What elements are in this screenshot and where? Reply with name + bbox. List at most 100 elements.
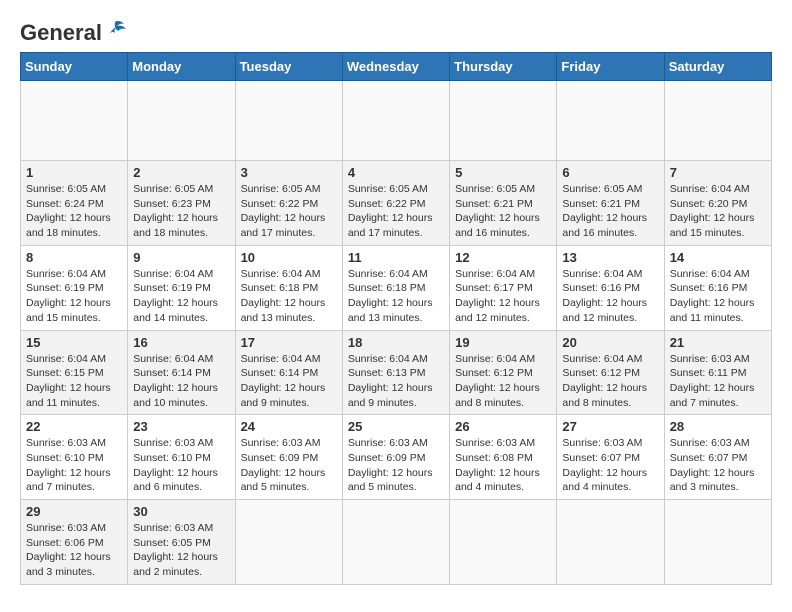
day-number: 25 [348,419,444,434]
calendar-cell: 8Sunrise: 6:04 AMSunset: 6:19 PMDaylight… [21,245,128,330]
day-info: Sunrise: 6:05 AMSunset: 6:22 PMDaylight:… [348,182,444,241]
day-info: Sunrise: 6:03 AMSunset: 6:08 PMDaylight:… [455,436,551,495]
day-number: 9 [133,250,229,265]
day-number: 3 [241,165,337,180]
calendar-cell: 3 Sunrise: 6:05 AMSunset: 6:22 PMDaylight… [235,161,342,246]
day-info: Sunrise: 6:03 AMSunset: 6:10 PMDaylight:… [133,436,229,495]
calendar-cell: 25Sunrise: 6:03 AMSunset: 6:09 PMDayligh… [342,415,449,500]
day-number: 21 [670,335,766,350]
day-header-saturday: Saturday [664,53,771,81]
day-number: 24 [241,419,337,434]
day-number: 5 [455,165,551,180]
calendar-cell: 9Sunrise: 6:04 AMSunset: 6:19 PMDaylight… [128,245,235,330]
day-info: Sunrise: 6:03 AMSunset: 6:11 PMDaylight:… [670,352,766,411]
calendar-cell [664,81,771,161]
day-number: 10 [241,250,337,265]
day-header-wednesday: Wednesday [342,53,449,81]
calendar-cell: 10 Sunrise: 6:04 AMSunset: 6:18 PMDayligh… [235,245,342,330]
calendar-cell: 5Sunrise: 6:05 AMSunset: 6:21 PMDaylight… [450,161,557,246]
calendar-cell [342,81,449,161]
calendar-cell: 11 Sunrise: 6:04 AMSunset: 6:18 PMDayligh… [342,245,449,330]
calendar-cell: 14 Sunrise: 6:04 AMSunset: 6:16 PMDayligh… [664,245,771,330]
day-number: 29 [26,504,122,519]
day-header-monday: Monday [128,53,235,81]
calendar-cell [557,81,664,161]
page-header: General [20,20,772,42]
calendar-cell: 26 Sunrise: 6:03 AMSunset: 6:08 PMDayligh… [450,415,557,500]
calendar-cell [342,500,449,585]
day-number: 6 [562,165,658,180]
calendar-cell [235,500,342,585]
day-info: Sunrise: 6:04 AMSunset: 6:14 PMDaylight:… [133,352,229,411]
day-info: Sunrise: 6:04 AMSunset: 6:18 PMDaylight:… [348,267,444,326]
calendar-cell: 18Sunrise: 6:04 AMSunset: 6:13 PMDayligh… [342,330,449,415]
calendar-cell: 19Sunrise: 6:04 AMSunset: 6:12 PMDayligh… [450,330,557,415]
calendar-cell: 2 Sunrise: 6:05 AMSunset: 6:23 PMDaylight… [128,161,235,246]
calendar-cell: 22 Sunrise: 6:03 AMSunset: 6:10 PMDayligh… [21,415,128,500]
calendar-cell [450,500,557,585]
calendar-week-row: 1 Sunrise: 6:05 AMSunset: 6:24 PMDaylight… [21,161,772,246]
day-header-thursday: Thursday [450,53,557,81]
day-number: 28 [670,419,766,434]
day-info: Sunrise: 6:03 AMSunset: 6:05 PMDaylight:… [133,521,229,580]
day-number: 12 [455,250,551,265]
day-number: 14 [670,250,766,265]
calendar-week-row: 22 Sunrise: 6:03 AMSunset: 6:10 PMDayligh… [21,415,772,500]
day-number: 27 [562,419,658,434]
calendar-cell [664,500,771,585]
calendar-table: SundayMondayTuesdayWednesdayThursdayFrid… [20,52,772,585]
calendar-cell: 6 Sunrise: 6:05 AMSunset: 6:21 PMDaylight… [557,161,664,246]
logo: General [20,20,126,42]
calendar-cell: 24 Sunrise: 6:03 AMSunset: 6:09 PMDayligh… [235,415,342,500]
calendar-cell: 7Sunrise: 6:04 AMSunset: 6:20 PMDaylight… [664,161,771,246]
calendar-cell: 12 Sunrise: 6:04 AMSunset: 6:17 PMDayligh… [450,245,557,330]
calendar-cell [557,500,664,585]
calendar-week-row: 8Sunrise: 6:04 AMSunset: 6:19 PMDaylight… [21,245,772,330]
day-header-sunday: Sunday [21,53,128,81]
calendar-cell: 16Sunrise: 6:04 AMSunset: 6:14 PMDayligh… [128,330,235,415]
calendar-cell [128,81,235,161]
day-info: Sunrise: 6:05 AMSunset: 6:23 PMDaylight:… [133,182,229,241]
day-number: 4 [348,165,444,180]
day-header-friday: Friday [557,53,664,81]
day-number: 22 [26,419,122,434]
calendar-cell [450,81,557,161]
day-info: Sunrise: 6:05 AMSunset: 6:22 PMDaylight:… [241,182,337,241]
day-number: 26 [455,419,551,434]
calendar-cell: 17Sunrise: 6:04 AMSunset: 6:14 PMDayligh… [235,330,342,415]
logo-general: General [20,20,102,46]
day-info: Sunrise: 6:04 AMSunset: 6:20 PMDaylight:… [670,182,766,241]
calendar-week-row [21,81,772,161]
day-info: Sunrise: 6:03 AMSunset: 6:10 PMDaylight:… [26,436,122,495]
day-info: Sunrise: 6:04 AMSunset: 6:16 PMDaylight:… [670,267,766,326]
day-header-tuesday: Tuesday [235,53,342,81]
day-info: Sunrise: 6:05 AMSunset: 6:24 PMDaylight:… [26,182,122,241]
day-number: 20 [562,335,658,350]
calendar-week-row: 29Sunrise: 6:03 AMSunset: 6:06 PMDayligh… [21,500,772,585]
day-info: Sunrise: 6:04 AMSunset: 6:12 PMDaylight:… [562,352,658,411]
calendar-cell: 15Sunrise: 6:04 AMSunset: 6:15 PMDayligh… [21,330,128,415]
day-number: 13 [562,250,658,265]
day-info: Sunrise: 6:03 AMSunset: 6:07 PMDaylight:… [562,436,658,495]
day-info: Sunrise: 6:03 AMSunset: 6:09 PMDaylight:… [241,436,337,495]
day-info: Sunrise: 6:04 AMSunset: 6:17 PMDaylight:… [455,267,551,326]
day-number: 11 [348,250,444,265]
day-number: 1 [26,165,122,180]
calendar-cell: 4 Sunrise: 6:05 AMSunset: 6:22 PMDaylight… [342,161,449,246]
calendar-cell: 1 Sunrise: 6:05 AMSunset: 6:24 PMDaylight… [21,161,128,246]
day-info: Sunrise: 6:04 AMSunset: 6:18 PMDaylight:… [241,267,337,326]
calendar-cell: 30 Sunrise: 6:03 AMSunset: 6:05 PMDayligh… [128,500,235,585]
day-number: 2 [133,165,229,180]
logo-bird-icon [104,20,126,42]
calendar-cell [235,81,342,161]
calendar-cell: 28Sunrise: 6:03 AMSunset: 6:07 PMDayligh… [664,415,771,500]
calendar-header-row: SundayMondayTuesdayWednesdayThursdayFrid… [21,53,772,81]
day-number: 15 [26,335,122,350]
day-number: 19 [455,335,551,350]
day-number: 8 [26,250,122,265]
day-number: 30 [133,504,229,519]
calendar-cell [21,81,128,161]
calendar-cell: 27 Sunrise: 6:03 AMSunset: 6:07 PMDayligh… [557,415,664,500]
day-info: Sunrise: 6:04 AMSunset: 6:16 PMDaylight:… [562,267,658,326]
day-info: Sunrise: 6:05 AMSunset: 6:21 PMDaylight:… [562,182,658,241]
